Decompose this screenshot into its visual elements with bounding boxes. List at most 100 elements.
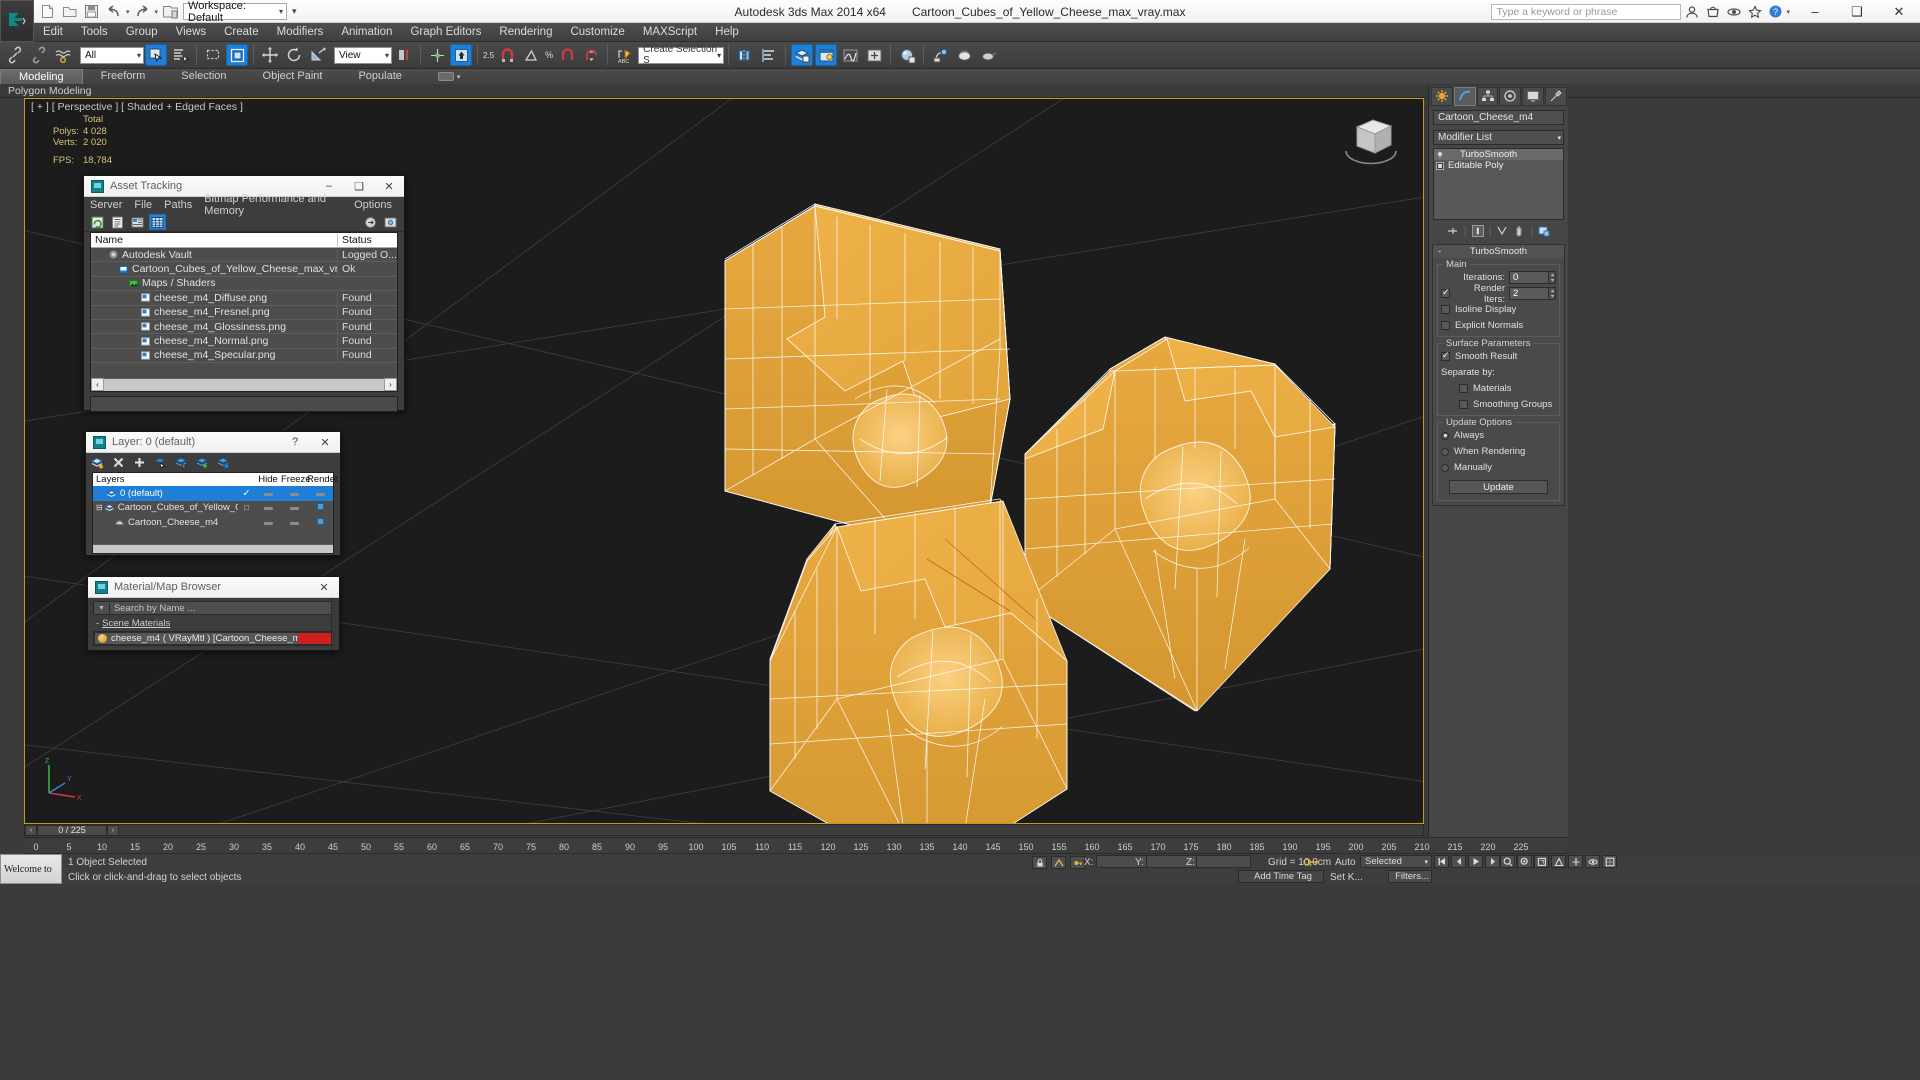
ribbon-minimize-icon[interactable]	[437, 72, 454, 81]
highlight-selected-objects-layer-icon[interactable]	[175, 456, 188, 469]
render-iters-spinner[interactable]	[1549, 287, 1556, 300]
new-file-icon[interactable]	[38, 2, 57, 21]
qat-overflow-icon[interactable]: ▾	[290, 6, 297, 17]
timeline-ruler[interactable]: 0 5 10 15 20 25 30 35 40 45 50 55 60 65 …	[24, 837, 1568, 854]
reference-coordinate-system-dropdown[interactable]: View ▾	[334, 46, 392, 64]
configure-modifier-sets-icon[interactable]	[1538, 225, 1550, 237]
menu-item-rendering[interactable]: Rendering	[490, 23, 561, 42]
select-and-manipulate-icon[interactable]	[450, 44, 472, 66]
table-row[interactable]: cheese_m4_Glossiness.png Found	[91, 320, 397, 335]
render-production-icon[interactable]	[977, 44, 999, 66]
welcome-button[interactable]: Welcome to	[0, 854, 62, 884]
snaps-toggle-icon[interactable]	[496, 44, 518, 66]
frame-next-button[interactable]: ›	[107, 824, 119, 836]
table-row[interactable]: cheese_m4_Diffuse.png Found	[91, 291, 397, 306]
frame-prev-button[interactable]: ‹	[25, 824, 37, 836]
list-view-icon[interactable]	[109, 214, 126, 230]
layer-freeze-toggle[interactable]	[281, 502, 307, 513]
material-section-scene-materials[interactable]: - Scene Materials	[93, 618, 334, 629]
rectangular-selection-region-icon[interactable]	[202, 44, 224, 66]
tab-modify[interactable]	[1453, 86, 1476, 106]
material-map-browser[interactable]: Material/Map Browser ✕ ▼ Search by Name …	[87, 576, 340, 651]
help-dropdown-arrow[interactable]: ▾	[1786, 8, 1794, 16]
layer-row-object[interactable]: Cartoon_Cheese_m4	[93, 515, 333, 530]
coord-z-field[interactable]	[1196, 855, 1251, 868]
table-row[interactable]: Maps / Shaders	[91, 277, 397, 292]
explicit-normals-checkbox[interactable]	[1441, 321, 1450, 330]
selection-lock-icon[interactable]	[1032, 856, 1047, 869]
make-unique-icon[interactable]	[1496, 225, 1508, 237]
keyword-search-input[interactable]: Type a keyword or phrase	[1491, 3, 1682, 20]
pan-view-icon[interactable]	[1568, 855, 1583, 868]
zoom-icon[interactable]	[1500, 855, 1515, 868]
menu-item-modifiers[interactable]: Modifiers	[268, 23, 333, 42]
scroll-left-arrow-icon[interactable]: ‹	[91, 378, 104, 392]
smoothing-groups-checkbox[interactable]	[1459, 400, 1468, 409]
table-row[interactable]: Autodesk Vault Logged O...	[91, 248, 397, 263]
tab-create[interactable]	[1431, 86, 1453, 106]
asset-menu-server[interactable]: Server	[90, 199, 122, 211]
previous-frame-icon[interactable]	[1451, 855, 1466, 868]
modifier-stack-item-editable-poly[interactable]: Editable Poly	[1434, 160, 1563, 171]
layer-current-mark[interactable]: □	[238, 503, 255, 512]
sign-in-icon[interactable]	[1682, 2, 1701, 21]
vault-settings-icon[interactable]	[382, 214, 399, 230]
add-selected-objects-layer-icon[interactable]	[196, 456, 209, 469]
curve-editor-icon[interactable]	[839, 44, 861, 66]
menu-item-help[interactable]: Help	[706, 23, 748, 42]
help-icon[interactable]: ?	[1766, 2, 1785, 21]
schematic-view-icon[interactable]	[863, 44, 885, 66]
table-view-icon[interactable]	[149, 214, 166, 230]
table-row[interactable]: Cartoon_Cubes_of_Yellow_Cheese_max_vray.…	[91, 262, 397, 277]
ribbon-options[interactable]: ▾	[437, 72, 461, 81]
menu-item-customize[interactable]: Customize	[561, 23, 633, 42]
save-file-icon[interactable]	[82, 2, 101, 21]
material-list[interactable]: cheese_m4 ( VRayMtl ) [Cartoon_Cheese_m4…	[93, 631, 334, 646]
layer-table[interactable]: Layers Hide Freeze Render 0 (default) ✓ …	[92, 472, 338, 554]
window-crossing-toggle-icon[interactable]	[226, 44, 248, 66]
mirror-icon[interactable]	[734, 44, 756, 66]
timeline-frame-bar[interactable]: ‹ 0 / 225 ›	[24, 824, 1424, 836]
named-selection-sets-input[interactable]: Create Selection S ▾	[638, 44, 725, 66]
layer-row-default[interactable]: 0 (default) ✓	[93, 486, 333, 501]
autodesk-360-icon[interactable]	[1724, 2, 1743, 21]
orbit-view-icon[interactable]	[1585, 855, 1600, 868]
modifier-list-dropdown[interactable]: Modifier List ▾	[1433, 130, 1564, 145]
menu-item-maxscript[interactable]: MAXScript	[634, 23, 706, 42]
select-objects-in-layer-icon[interactable]	[154, 456, 167, 469]
smooth-result-checkbox[interactable]	[1441, 350, 1450, 361]
render-setup-icon[interactable]	[929, 44, 951, 66]
unlink-selection-icon[interactable]	[28, 44, 50, 66]
pin-stack-icon[interactable]	[1447, 225, 1459, 237]
layer-manager-icon[interactable]	[791, 44, 814, 66]
paths-view-icon[interactable]	[129, 214, 146, 230]
key-filters-icon[interactable]	[1070, 856, 1085, 869]
expand-collapse-icon[interactable]: ⊟	[96, 503, 103, 512]
vault-login-icon[interactable]	[362, 214, 379, 230]
open-file-icon[interactable]	[60, 2, 79, 21]
select-and-rotate-icon[interactable]	[283, 44, 305, 66]
asset-menu-bitmap-performance[interactable]: Bitmap Performance and Memory	[204, 193, 342, 217]
layer-row-cheese-group[interactable]: ⊟ Cartoon_Cubes_of_Yellow_Cheese □	[93, 501, 333, 516]
chevron-down-icon[interactable]: ▾	[457, 73, 461, 81]
turbosmooth-rollout[interactable]: TurboSmooth Main Iterations: 0 Render It…	[1432, 244, 1565, 506]
select-object-icon[interactable]	[145, 44, 167, 66]
absolute-relative-mode-icon[interactable]	[1051, 856, 1066, 869]
edit-named-selection-sets-icon[interactable]: ABC	[613, 44, 635, 66]
go-to-start-icon[interactable]	[1434, 855, 1449, 868]
undo-icon[interactable]	[104, 2, 123, 21]
update-when-rendering-radio[interactable]	[1441, 447, 1449, 456]
add-time-tag-button[interactable]: Add Time Tag	[1238, 870, 1324, 883]
asset-tracking-dialog[interactable]: Asset Tracking – ❑ ✕ Server File Paths B…	[83, 175, 405, 412]
zoom-all-icon[interactable]	[1517, 855, 1532, 868]
add-selection-to-layer-icon[interactable]	[133, 456, 146, 469]
object-name-field[interactable]: Cartoon_Cheese_m4	[1433, 110, 1564, 125]
table-row[interactable]: cheese_m4_Normal.png Found	[91, 334, 397, 349]
undo-dropdown-arrow[interactable]: ▾	[126, 8, 130, 16]
workspace-selector[interactable]: Workspace: Default ▾	[183, 0, 288, 24]
ribbon-tab-object-paint[interactable]: Object Paint	[245, 69, 341, 84]
layer-freeze-toggle[interactable]	[281, 517, 307, 528]
zoom-extents-icon[interactable]	[1534, 855, 1549, 868]
menu-item-group[interactable]: Group	[117, 23, 167, 42]
tab-display[interactable]	[1522, 86, 1545, 106]
